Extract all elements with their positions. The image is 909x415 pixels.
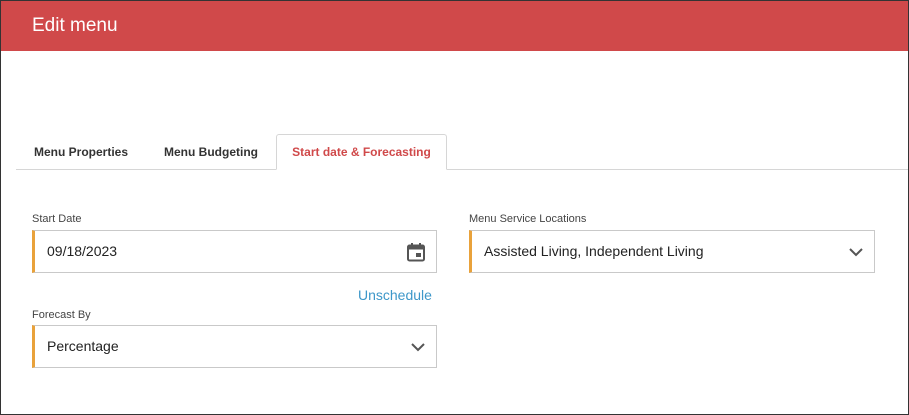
tab-menu-budgeting[interactable]: Menu Budgeting (146, 134, 276, 170)
forecast-by-select[interactable]: Percentage (32, 325, 437, 368)
dialog-header: Edit menu (1, 1, 908, 51)
start-date-value: 09/18/2023 (47, 243, 118, 259)
unschedule-link[interactable]: Unschedule (358, 287, 432, 303)
chevron-down-icon[interactable] (844, 240, 868, 264)
chevron-down-icon[interactable] (406, 335, 430, 359)
dialog-title: Edit menu (32, 15, 118, 36)
edit-menu-dialog: Edit menu Menu Properties Menu Budgeting… (0, 0, 909, 415)
tab-bar: Menu Properties Menu Budgeting Start dat… (16, 134, 908, 170)
forecast-by-value: Percentage (47, 338, 119, 354)
tab-divider (16, 169, 908, 170)
service-locations-select[interactable]: Assisted Living, Independent Living (469, 230, 875, 273)
service-locations-value: Assisted Living, Independent Living (484, 243, 704, 259)
calendar-icon[interactable] (404, 240, 428, 264)
tab-start-date-forecasting[interactable]: Start date & Forecasting (276, 134, 447, 170)
start-date-field[interactable]: 09/18/2023 (32, 230, 437, 273)
forecast-by-label: Forecast By (32, 309, 91, 321)
service-locations-label: Menu Service Locations (469, 213, 587, 225)
tab-menu-properties[interactable]: Menu Properties (16, 134, 146, 170)
start-date-label: Start Date (32, 213, 82, 225)
